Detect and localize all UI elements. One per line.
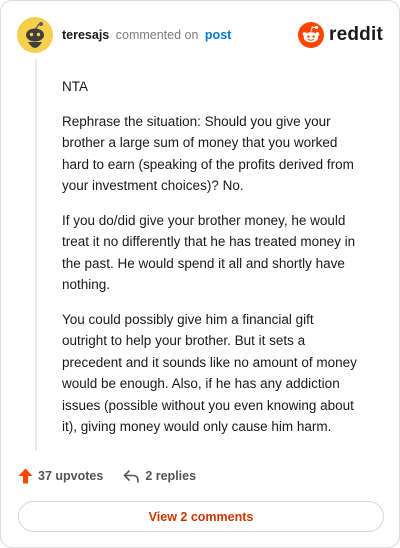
comment-paragraph: If you do/did give your brother money, h… [62,212,356,293]
snoo-avatar-icon [26,22,44,48]
post-link[interactable]: post [205,28,231,42]
comment-footer: 37 upvotes 2 replies [18,465,196,487]
thread-line[interactable] [35,59,37,451]
avatar[interactable] [17,17,53,53]
upvote-count: 37 upvotes [38,469,104,483]
reply-icon [124,469,140,483]
replies-count: 2 replies [145,469,197,483]
reddit-wordmark: reddit [329,24,383,45]
upvote-arrow-icon [18,468,33,484]
username-link[interactable]: teresajs [62,28,109,42]
comment-header: teresajs commented on post reddit [17,15,383,55]
comment-body: NTA Rephrase the situation: Should you g… [62,76,362,451]
comment-paragraph: NTA [62,79,88,94]
comment-paragraph: You could possibly give him a financial … [62,311,357,435]
byline: teresajs commented on post [62,28,231,42]
replies-button[interactable]: 2 replies [123,469,196,483]
reddit-logo[interactable]: reddit [298,22,383,48]
action-text: commented on [115,28,199,42]
comment-paragraph: Rephrase the situation: Should you give … [62,113,354,194]
comment-card: teresajs commented on post reddit NTA Re… [0,0,400,548]
view-comments-button[interactable]: View 2 comments [18,501,384,532]
reddit-logo-icon [298,22,325,48]
upvote-button[interactable]: 37 upvotes [18,468,103,484]
